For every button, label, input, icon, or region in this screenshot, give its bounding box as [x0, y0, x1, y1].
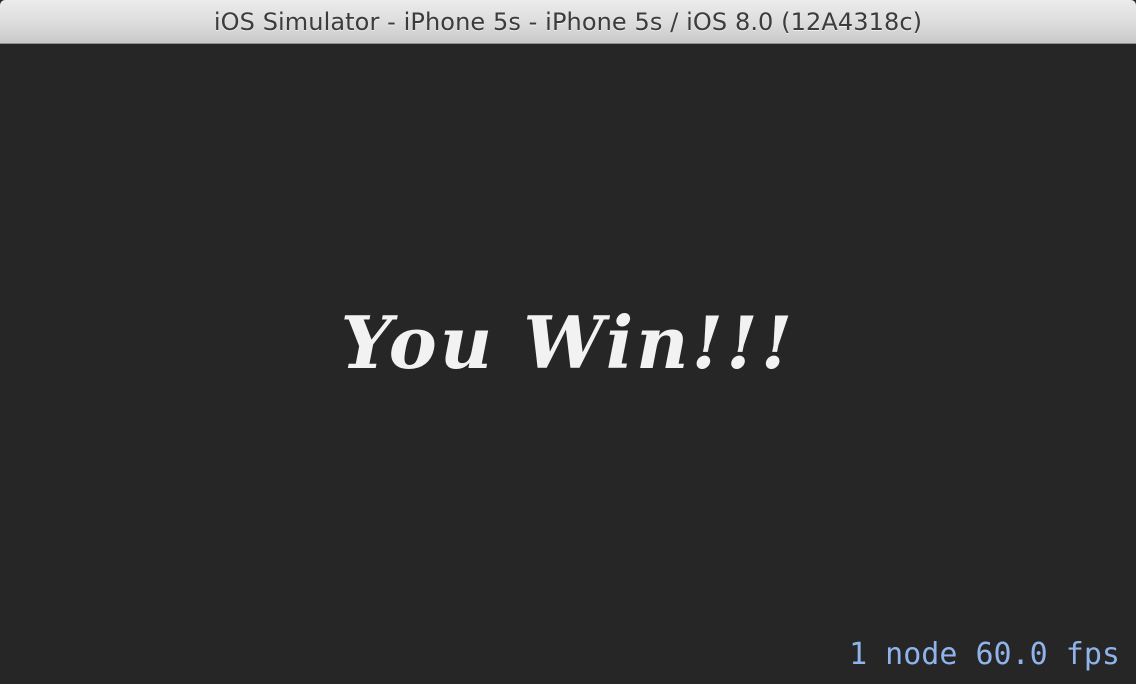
win-message: You Win!!!: [340, 300, 796, 385]
title-bar[interactable]: iOS Simulator - iPhone 5s - iPhone 5s / …: [0, 0, 1136, 44]
debug-stats-label: 1 node 60.0 fps: [849, 637, 1120, 672]
simulator-window: iOS Simulator - iPhone 5s - iPhone 5s / …: [0, 0, 1136, 684]
window-title: iOS Simulator - iPhone 5s - iPhone 5s / …: [213, 7, 923, 36]
game-scene[interactable]: You Win!!! 1 node 60.0 fps: [0, 44, 1136, 684]
